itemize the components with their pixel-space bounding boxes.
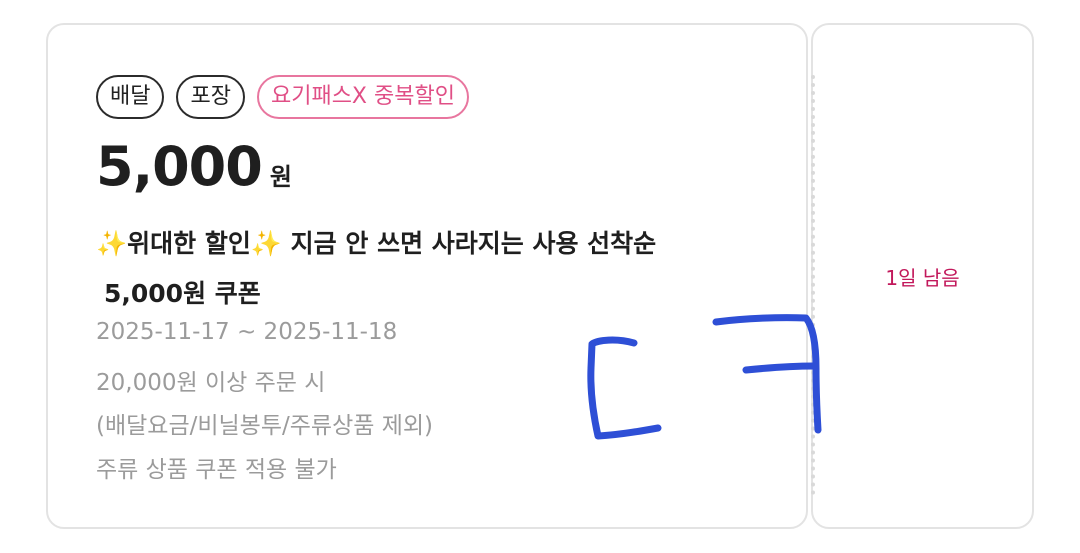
- days-remaining: 1일 남음: [811, 23, 1034, 529]
- coupon-min-order: 20,000원 이상 주문 시: [96, 370, 326, 396]
- tag-delivery: 배달: [96, 75, 165, 119]
- handwritten-scribble: [587, 314, 822, 440]
- days-remaining-label: 1일 남음: [885, 265, 960, 290]
- tag-pickup: 포장: [176, 75, 245, 119]
- coupon-card[interactable]: 배달 포장 요기패스X 중복할인 5,000 원 ✨위대한 할인✨ 지금 안 쓰…: [46, 23, 1034, 531]
- price-unit: 원: [269, 163, 292, 191]
- coupon-exclusions: (배달요금/비닐봉투/주류상품 제외): [96, 413, 433, 439]
- coupon-title-line1: ✨위대한 할인✨ 지금 안 쓰면 사라지는 사용 선착순: [96, 229, 657, 258]
- coupon-period: 2025-11-17 ~ 2025-11-18: [96, 319, 398, 345]
- price-value: 5,000: [96, 135, 263, 198]
- coupon-title: ✨위대한 할인✨ 지금 안 쓰면 사라지는 사용 선착순 5,000원 쿠폰: [96, 219, 786, 319]
- coupon-restriction: 주류 상품 쿠폰 적용 불가: [96, 457, 337, 483]
- coupon-price: 5,000 원: [96, 135, 292, 198]
- coupon-tags: 배달 포장 요기패스X 중복할인: [96, 75, 469, 119]
- tag-yogipass-discount: 요기패스X 중복할인: [256, 75, 469, 119]
